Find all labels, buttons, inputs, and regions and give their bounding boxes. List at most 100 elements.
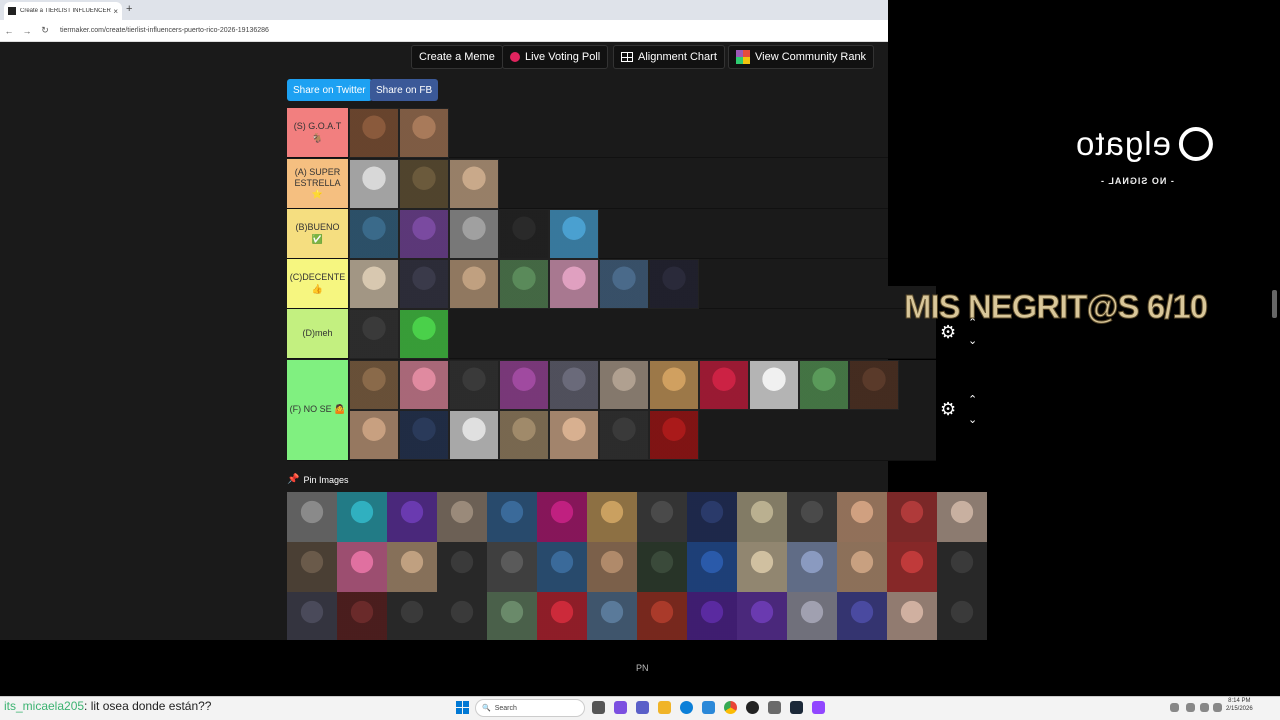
pin-image-thumbnail[interactable] — [537, 542, 587, 592]
scrollbar-track[interactable] — [1270, 286, 1280, 696]
tier-label[interactable]: (S) G.O.A.T 🐐 — [287, 108, 348, 157]
windows-start-icon[interactable] — [456, 701, 469, 714]
influencer-thumbnail[interactable] — [499, 410, 549, 460]
alignment-chart-button[interactable]: Alignment Chart — [613, 45, 725, 69]
new-tab-button[interactable]: + — [126, 3, 132, 15]
influencer-thumbnail[interactable] — [349, 209, 399, 259]
influencer-thumbnail[interactable] — [449, 410, 499, 460]
pin-image-thumbnail[interactable] — [837, 492, 887, 542]
settings-icon[interactable] — [768, 701, 781, 714]
pin-image-thumbnail[interactable] — [837, 542, 887, 592]
influencer-thumbnail[interactable] — [399, 309, 449, 359]
teams-icon[interactable] — [636, 701, 649, 714]
influencer-thumbnail[interactable] — [399, 108, 449, 158]
influencer-thumbnail[interactable] — [399, 259, 449, 309]
chrome-icon[interactable] — [724, 701, 737, 714]
pin-image-thumbnail[interactable] — [787, 542, 837, 592]
tier-label[interactable]: (A) SUPER ESTRELLA ⭐ — [287, 159, 348, 208]
pin-image-thumbnail[interactable] — [787, 492, 837, 542]
influencer-thumbnail[interactable] — [549, 360, 599, 410]
influencer-thumbnail[interactable] — [599, 259, 649, 309]
pin-image-thumbnail[interactable] — [337, 492, 387, 542]
influencer-thumbnail[interactable] — [549, 259, 599, 309]
obs-icon[interactable] — [746, 701, 759, 714]
tray-chevron-icon[interactable] — [1170, 703, 1179, 712]
pin-image-thumbnail[interactable] — [387, 592, 437, 642]
pin-image-thumbnail[interactable] — [337, 542, 387, 592]
scrollbar-thumb[interactable] — [1272, 290, 1277, 318]
url-field[interactable]: tiermaker.com/create/tierlist-influencer… — [60, 27, 269, 34]
pin-image-thumbnail[interactable] — [937, 492, 987, 542]
pin-image-thumbnail[interactable] — [437, 542, 487, 592]
forward-icon[interactable]: → — [18, 26, 36, 36]
pin-image-thumbnail[interactable] — [937, 592, 987, 642]
pin-image-thumbnail[interactable] — [687, 592, 737, 642]
pin-image-thumbnail[interactable] — [737, 542, 787, 592]
edge-icon[interactable] — [680, 701, 693, 714]
task-view-icon[interactable] — [592, 701, 605, 714]
influencer-thumbnail[interactable] — [799, 360, 849, 410]
pin-image-thumbnail[interactable] — [287, 492, 337, 542]
influencer-thumbnail[interactable] — [649, 410, 699, 460]
app-icon[interactable] — [812, 701, 825, 714]
chevron-up-icon[interactable]: ⌃ — [968, 393, 977, 406]
influencer-thumbnail[interactable] — [599, 360, 649, 410]
influencer-thumbnail[interactable] — [599, 410, 649, 460]
pin-image-thumbnail[interactable] — [437, 592, 487, 642]
pin-images-header[interactable]: 📌 Pin Images — [287, 474, 348, 485]
influencer-thumbnail[interactable] — [399, 159, 449, 209]
pin-image-thumbnail[interactable] — [687, 542, 737, 592]
pin-image-thumbnail[interactable] — [487, 492, 537, 542]
back-icon[interactable]: ← — [0, 26, 18, 36]
influencer-thumbnail[interactable] — [849, 360, 899, 410]
influencer-thumbnail[interactable] — [449, 209, 499, 259]
reload-icon[interactable]: ↻ — [36, 25, 54, 36]
pin-image-thumbnail[interactable] — [887, 592, 937, 642]
pin-image-thumbnail[interactable] — [887, 492, 937, 542]
tier-label[interactable]: (C)DECENTE 👍 — [287, 259, 348, 308]
pin-image-thumbnail[interactable] — [537, 592, 587, 642]
pin-image-thumbnail[interactable] — [887, 542, 937, 592]
tier-label[interactable]: (D)meh — [287, 309, 348, 358]
pin-image-thumbnail[interactable] — [937, 542, 987, 592]
view-community-rank-button[interactable]: View Community Rank — [728, 45, 875, 69]
pin-image-thumbnail[interactable] — [287, 592, 337, 642]
influencer-thumbnail[interactable] — [349, 159, 399, 209]
share-facebook-button[interactable]: Share on FB — [370, 79, 439, 101]
pin-image-thumbnail[interactable] — [587, 492, 637, 542]
influencer-thumbnail[interactable] — [549, 209, 599, 259]
influencer-thumbnail[interactable] — [399, 209, 449, 259]
store-icon[interactable] — [702, 701, 715, 714]
live-voting-poll-button[interactable]: Live Voting Poll — [502, 45, 609, 69]
pin-image-thumbnail[interactable] — [737, 592, 787, 642]
influencer-thumbnail[interactable] — [449, 259, 499, 309]
steam-icon[interactable] — [790, 701, 803, 714]
pin-image-thumbnail[interactable] — [537, 492, 587, 542]
network-icon[interactable] — [1200, 703, 1209, 712]
copilot-icon[interactable] — [614, 701, 627, 714]
tier-label[interactable]: (F) NO SE 🤷 — [287, 360, 348, 460]
volume-icon[interactable] — [1213, 703, 1222, 712]
create-meme-button[interactable]: Create a Meme — [411, 45, 503, 69]
influencer-thumbnail[interactable] — [399, 360, 449, 410]
pin-image-thumbnail[interactable] — [387, 542, 437, 592]
pin-image-thumbnail[interactable] — [387, 492, 437, 542]
pin-image-thumbnail[interactable] — [487, 592, 537, 642]
influencer-thumbnail[interactable] — [349, 309, 399, 359]
tier-label[interactable]: (B)BUENO ✅ — [287, 209, 348, 258]
file-explorer-icon[interactable] — [658, 701, 671, 714]
pin-image-thumbnail[interactable] — [837, 592, 887, 642]
influencer-thumbnail[interactable] — [649, 259, 699, 309]
influencer-thumbnail[interactable] — [349, 410, 399, 460]
browser-tab[interactable]: Create a TIERLIST INFLUENCERS × — [4, 2, 122, 20]
pin-image-thumbnail[interactable] — [587, 542, 637, 592]
influencer-thumbnail[interactable] — [499, 209, 549, 259]
influencer-thumbnail[interactable] — [499, 360, 549, 410]
influencer-thumbnail[interactable] — [749, 360, 799, 410]
pin-image-thumbnail[interactable] — [487, 542, 537, 592]
pin-image-thumbnail[interactable] — [637, 492, 687, 542]
influencer-thumbnail[interactable] — [549, 410, 599, 460]
pin-image-thumbnail[interactable] — [637, 592, 687, 642]
pin-image-thumbnail[interactable] — [587, 592, 637, 642]
share-twitter-button[interactable]: Share on Twitter — [287, 79, 372, 101]
